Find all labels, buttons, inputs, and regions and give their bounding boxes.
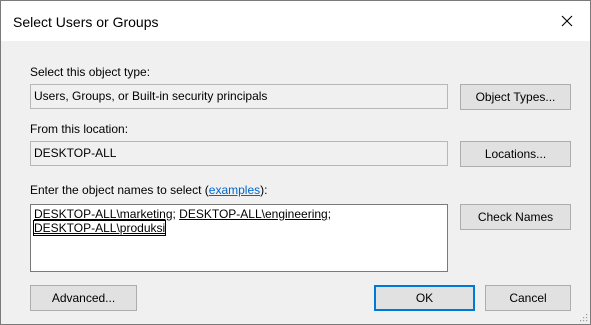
advanced-button[interactable]: Advanced...: [30, 285, 137, 311]
location-field: DESKTOP-ALL: [30, 141, 448, 166]
close-icon: [561, 15, 573, 27]
cancel-button[interactable]: Cancel: [485, 285, 571, 311]
resize-grip-icon[interactable]: [578, 312, 588, 322]
object-name-token[interactable]: DESKTOP-ALL\marketing: [34, 207, 173, 221]
object-types-button[interactable]: Object Types...: [460, 84, 571, 110]
dialog-title: Select Users or Groups: [13, 14, 159, 30]
select-users-dialog: Select Users or Groups Select this objec…: [0, 0, 591, 325]
object-type-field: Users, Groups, or Built-in security prin…: [30, 84, 448, 109]
object-name-token[interactable]: DESKTOP-ALL\engineering: [179, 207, 328, 221]
object-names-label: Enter the object names to select (exampl…: [30, 183, 267, 197]
location-label: From this location:: [30, 122, 129, 136]
object-type-label: Select this object type:: [30, 65, 151, 79]
name-separator: ;: [327, 207, 332, 221]
check-names-button[interactable]: Check Names: [460, 204, 571, 230]
object-names-label-prefix: Enter the object names to select (: [30, 183, 209, 197]
locations-button[interactable]: Locations...: [460, 141, 571, 167]
object-names-label-suffix: ):: [260, 183, 268, 197]
object-names-input[interactable]: DESKTOP-ALL\marketing; DESKTOP-ALL\engin…: [30, 204, 448, 272]
examples-link[interactable]: examples: [209, 183, 260, 197]
close-button[interactable]: [544, 1, 590, 41]
ok-button[interactable]: OK: [374, 285, 475, 311]
title-bar: Select Users or Groups: [1, 1, 590, 41]
object-name-token[interactable]: DESKTOP-ALL\produksi: [32, 220, 167, 236]
